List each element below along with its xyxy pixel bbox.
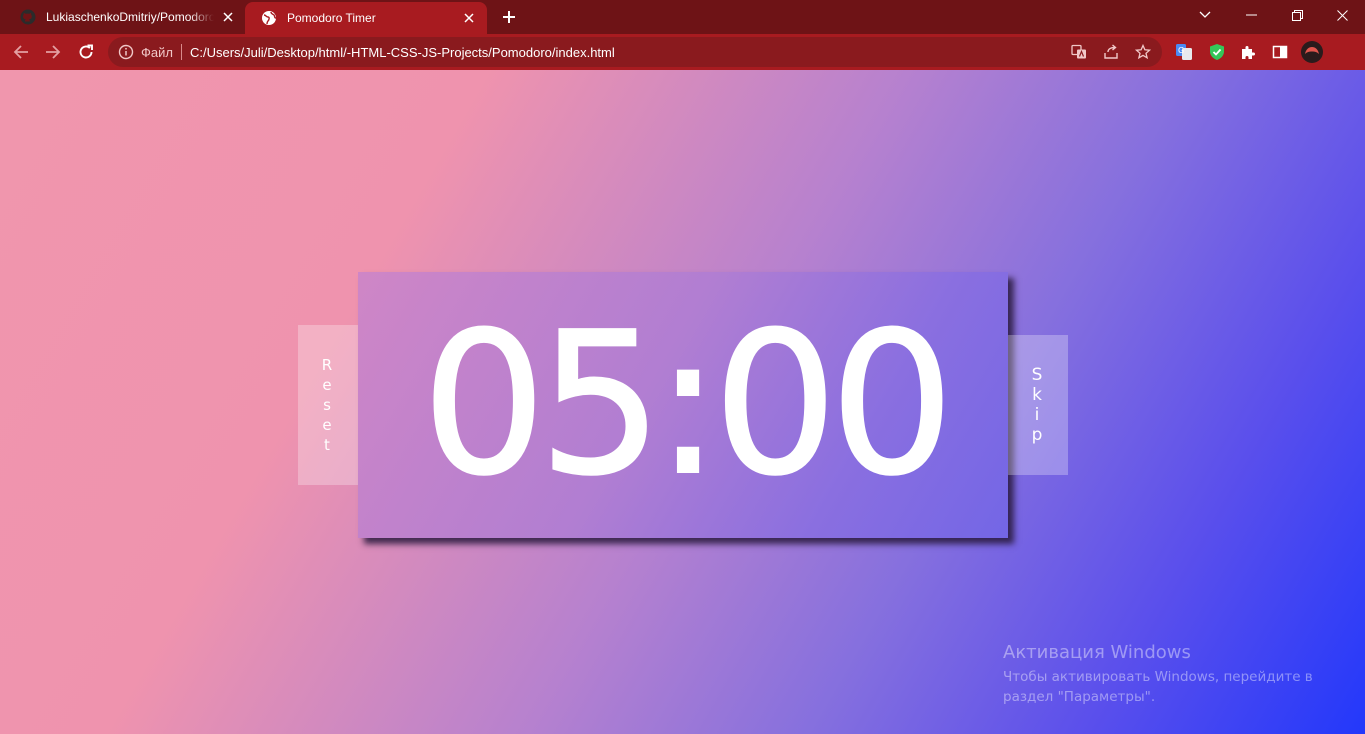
svg-text:G: G — [1178, 46, 1184, 55]
watermark-line: раздел "Параметры". — [1003, 689, 1156, 705]
windows-activation-watermark: Активация Windows Чтобы активировать Win… — [1003, 642, 1313, 707]
bookmark-button[interactable] — [1132, 41, 1154, 63]
reload-button[interactable] — [74, 40, 98, 64]
address-bar[interactable]: Файл C:/Users/Juli/Desktop/html/-HTML-CS… — [108, 37, 1162, 67]
url-text[interactable]: C:/Users/Juli/Desktop/html/-HTML-CSS-JS-… — [190, 45, 615, 60]
back-arrow-icon — [13, 45, 28, 59]
reset-letter: s — [323, 396, 333, 414]
close-icon — [1336, 9, 1348, 21]
side-panel-icon — [1272, 45, 1288, 59]
tab-github[interactable]: LukiaschenkoDmitriy/Pomodoro- — [4, 0, 246, 34]
profile-button[interactable] — [1300, 40, 1324, 64]
watermark-title: Активация Windows — [1003, 642, 1191, 663]
timer-time: 05:00 — [421, 291, 956, 519]
minimize-button[interactable] — [1228, 0, 1274, 30]
tab-strip: LukiaschenkoDmitriy/Pomodoro- Pomodoro T… — [0, 0, 1365, 34]
close-tab-icon[interactable] — [220, 9, 236, 25]
reset-letter: R — [321, 356, 335, 374]
tab-pomodoro[interactable]: Pomodoro Timer — [245, 2, 487, 34]
star-icon — [1135, 44, 1151, 60]
chevron-down-icon — [1199, 11, 1211, 18]
back-button[interactable] — [9, 40, 33, 64]
reload-icon — [79, 44, 93, 59]
browser-toolbar: Файл C:/Users/Juli/Desktop/html/-HTML-CS… — [0, 34, 1365, 70]
tab-title: LukiaschenkoDmitriy/Pomodoro- — [46, 10, 214, 24]
skip-letter: S — [1031, 365, 1045, 385]
shield-check-icon — [1210, 44, 1224, 60]
minimize-icon — [1245, 14, 1257, 16]
restore-icon — [1291, 9, 1303, 21]
restore-button[interactable] — [1274, 0, 1320, 30]
timer-display: 05:00 — [358, 272, 1008, 538]
share-button[interactable] — [1100, 41, 1122, 63]
skip-button[interactable]: S k i p — [1008, 335, 1068, 475]
reset-button[interactable]: R e s e t — [298, 325, 358, 485]
extensions-button[interactable] — [1236, 40, 1260, 64]
close-tab-icon[interactable] — [461, 10, 477, 26]
reset-letter: t — [324, 436, 332, 454]
skip-button-label: S k i p — [1032, 365, 1045, 445]
file-scheme-label: Файл — [141, 44, 173, 60]
page-viewport: R e s e t 05:00 S k i p Активация Window… — [0, 70, 1365, 734]
shield-extension-button[interactable] — [1205, 40, 1229, 64]
skip-letter: k — [1032, 385, 1044, 405]
side-panel-button[interactable] — [1268, 40, 1292, 64]
google-translate-extension-button[interactable]: G — [1172, 40, 1196, 64]
avatar — [1301, 41, 1323, 63]
reset-button-label: R e s e t — [322, 355, 334, 455]
close-window-button[interactable] — [1319, 0, 1365, 30]
reset-letter: e — [322, 416, 334, 434]
new-tab-button[interactable] — [497, 6, 521, 28]
share-icon — [1104, 44, 1118, 59]
skip-letter: p — [1031, 425, 1045, 445]
forward-button[interactable] — [41, 40, 65, 64]
globe-icon — [262, 11, 277, 25]
plus-icon — [503, 11, 515, 23]
google-translate-icon: G — [1176, 44, 1192, 60]
tab-title: Pomodoro Timer — [287, 11, 376, 25]
info-icon[interactable] — [118, 44, 134, 60]
translate-icon — [1071, 44, 1086, 59]
github-icon — [20, 9, 36, 25]
puzzle-icon — [1242, 46, 1255, 59]
translate-button[interactable] — [1068, 41, 1090, 63]
tab-search-button[interactable] — [1182, 0, 1228, 30]
address-separator — [180, 44, 182, 60]
watermark-line: Чтобы активировать Windows, перейдите в — [1003, 669, 1313, 685]
reset-letter: e — [322, 376, 334, 394]
forward-arrow-icon — [46, 45, 61, 59]
skip-letter: i — [1034, 405, 1042, 425]
